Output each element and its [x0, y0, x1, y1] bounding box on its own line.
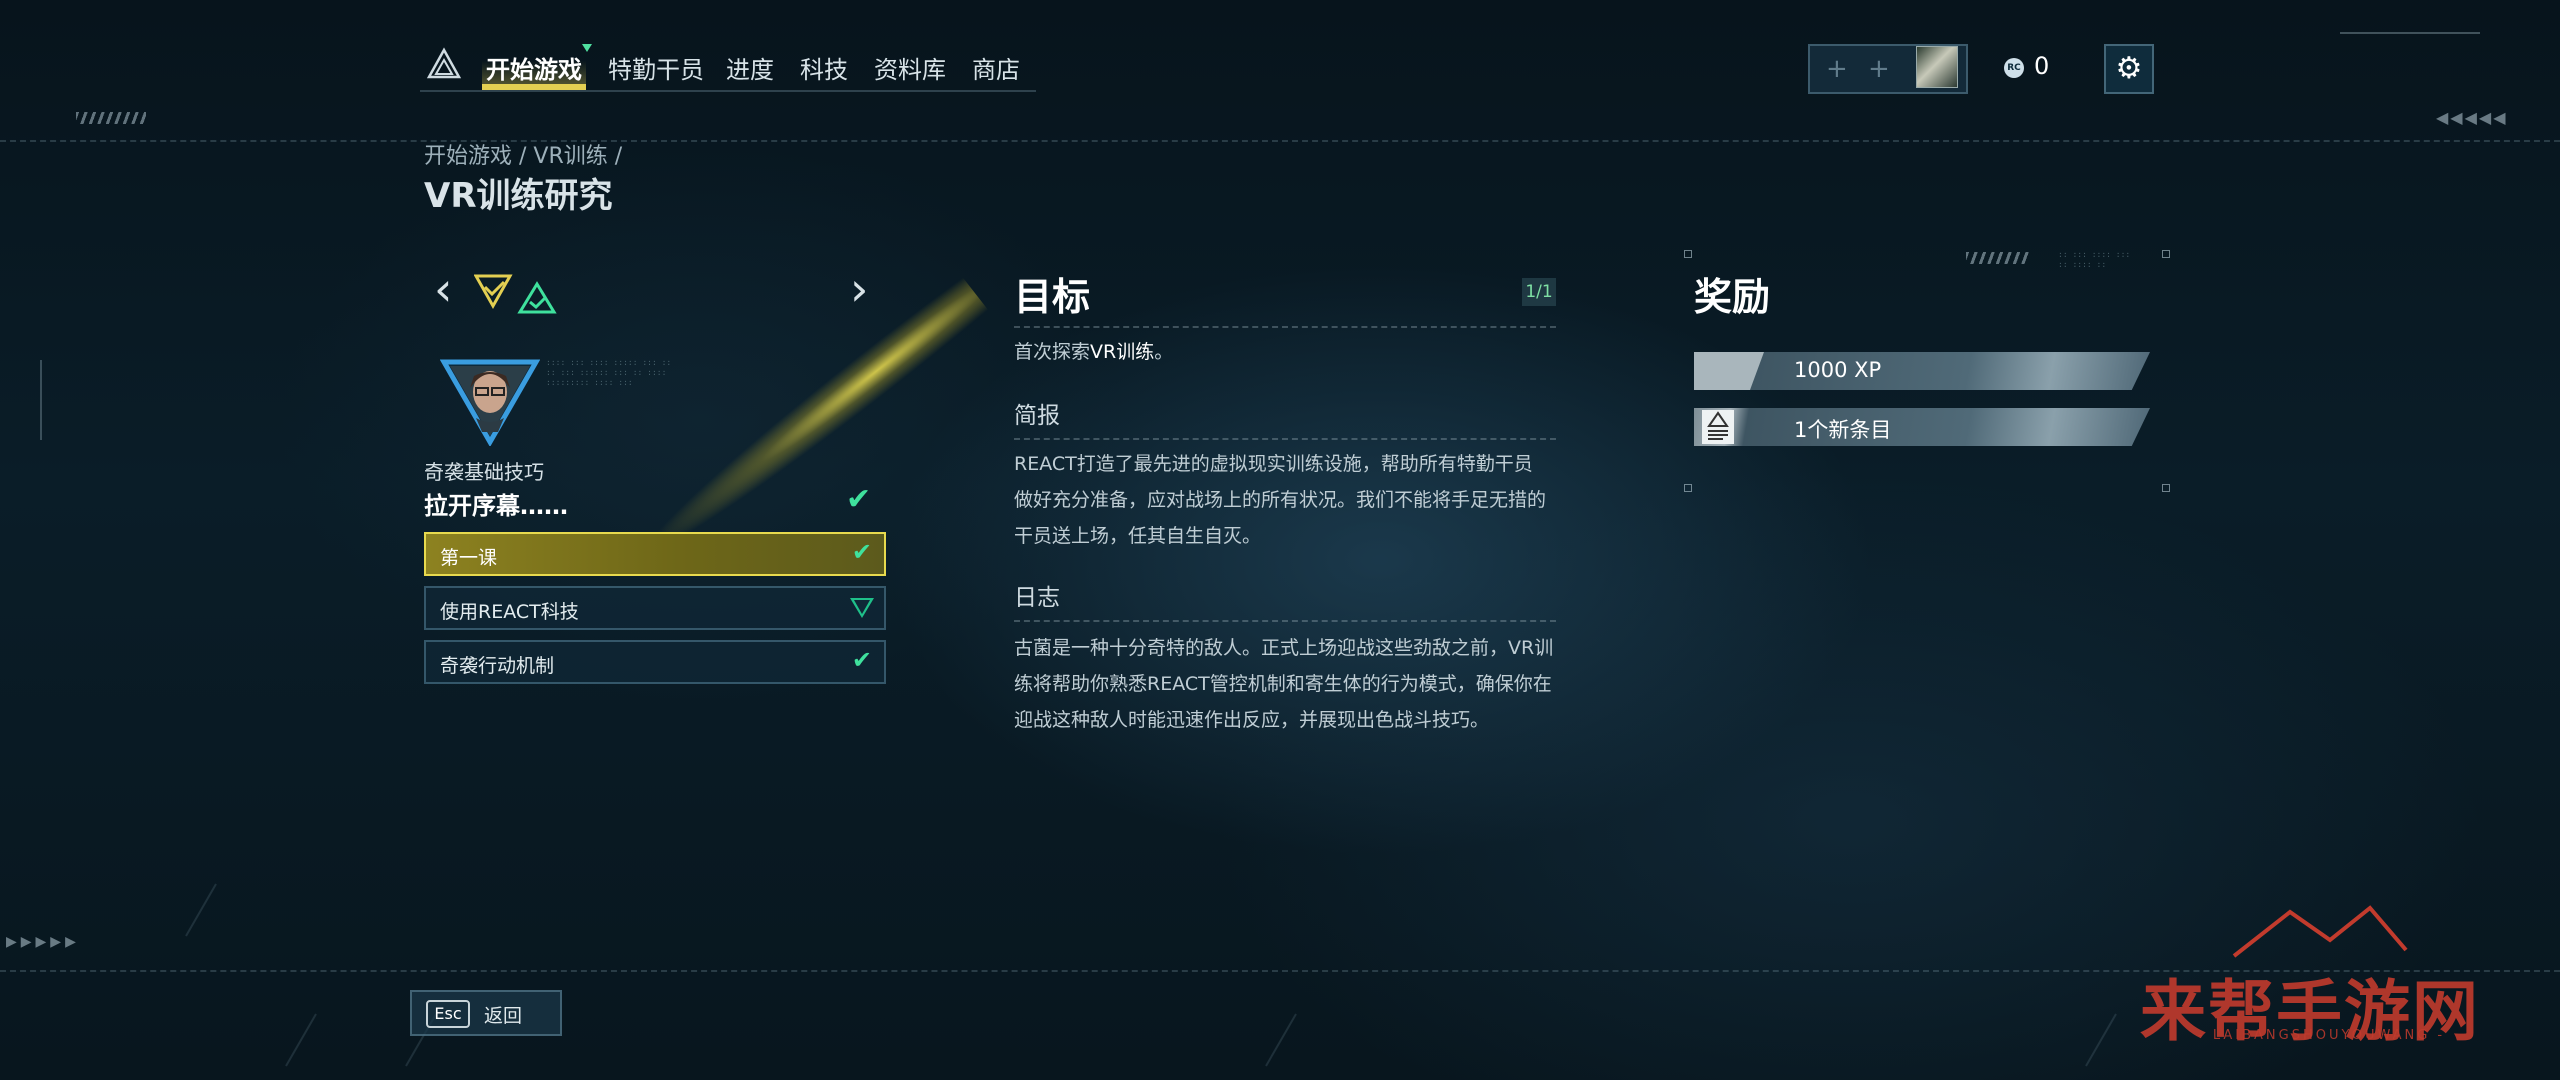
frame-corner: [2162, 250, 2170, 258]
watermark-subtitle: - LAIBANGSHOUYOUWANG -: [2198, 1028, 2446, 1043]
lesson-label: 奇袭行动机制: [440, 655, 555, 677]
objective-divider: [1014, 326, 1556, 328]
check-icon: ✔: [851, 646, 872, 674]
objective-page-indicator: 1/1: [1522, 278, 1556, 306]
light-streak: [630, 275, 990, 571]
prev-arrow-icon[interactable]: ‹: [434, 262, 452, 316]
new-triangle-icon-inner: [854, 600, 870, 614]
watermark-roof-icon: [2232, 905, 2408, 958]
reward-label: 1个新条目: [1794, 418, 1892, 442]
objective-heading: 目标: [1014, 275, 1091, 319]
nav-active-underline: [482, 84, 586, 90]
micro-text-decoration: :: ::: :::: ::::: :::: ::: [2058, 250, 2131, 269]
lesson-label: 第一课: [440, 547, 498, 569]
log-divider: [1014, 620, 1556, 622]
operator-portrait: [440, 359, 540, 446]
lesson-item[interactable]: 奇袭行动机制 ✔: [424, 640, 886, 684]
party-slot-add-button[interactable]: +: [1868, 54, 1890, 84]
nav-item-tech[interactable]: 科技: [800, 50, 848, 85]
nav-new-badge-icon: [582, 44, 592, 52]
next-arrow-icon[interactable]: ›: [850, 262, 868, 316]
top-right-line: [2340, 32, 2480, 34]
esc-key-hint: Esc: [426, 1000, 470, 1028]
left-edge-line: [40, 360, 42, 440]
settings-gear-icon[interactable]: ⚙: [2104, 44, 2154, 94]
briefing-heading: 简报: [1014, 403, 1060, 429]
party-slot-add-button[interactable]: +: [1826, 54, 1848, 84]
chevrons-top-right: ◀◀◀◀◀: [2436, 108, 2508, 127]
briefing-text: REACT打造了最先进的虚拟现实训练设施，帮助所有特勤干员做好充分准备，应对战场…: [1014, 453, 1547, 547]
briefing-divider: [1014, 438, 1556, 440]
training-badge-icon: [474, 274, 557, 314]
player-avatar[interactable]: [1916, 46, 1958, 88]
nav-item-database[interactable]: 资料库: [874, 50, 946, 85]
reward-bar: [1694, 408, 2150, 446]
document-icon: [1702, 410, 1734, 444]
rewards-heading: 奖励: [1694, 275, 1771, 319]
section-complete-check-icon: ✔: [846, 482, 872, 517]
back-label: 返回: [484, 1005, 523, 1027]
back-button[interactable]: Esc 返回: [410, 990, 562, 1036]
decor-line: [185, 883, 217, 937]
lesson-label: 使用REACT科技: [440, 601, 579, 623]
objective-text: 首次探索VR训练。: [1014, 341, 1174, 363]
micro-text-decoration: :::: ::: :::: ::::: ::: :::: ::: :::::: …: [546, 358, 672, 387]
log-heading: 日志: [1014, 585, 1060, 611]
top-nav: 开始游戏 特勤干员 进度 科技 资料库 商店: [420, 40, 1036, 92]
breadcrumb[interactable]: 开始游戏 / VR训练 /: [424, 138, 622, 170]
decor-line: [285, 1013, 317, 1067]
section-subtitle: 奇袭基础技巧: [424, 460, 544, 484]
section-title: 拉开序幕……: [424, 492, 568, 520]
page-title: VR训练研究: [424, 176, 613, 216]
reward-bar: [1694, 352, 2150, 390]
reward-item: 1个新条目: [1694, 408, 2150, 446]
lesson-item[interactable]: 第一课 ✔: [424, 532, 886, 576]
react-logo-icon[interactable]: [426, 46, 462, 82]
decor-line: [2085, 1013, 2117, 1067]
stripe-decoration-right: [1966, 252, 2030, 264]
check-icon: ✔: [851, 538, 872, 566]
reward-item: 1000 XP: [1694, 352, 2150, 390]
frame-corner: [1684, 250, 1692, 258]
stripe-decoration-left: [76, 112, 146, 124]
decor-line: [1265, 1013, 1297, 1067]
coin-balance: 0: [2034, 52, 2050, 80]
log-text: 古菌是一种十分奇特的敌人。正式上场迎战这些劲敌之前，VR训练将帮助你熟悉REAC…: [1014, 637, 1554, 731]
frame-corner: [2162, 484, 2170, 492]
nav-item-progress[interactable]: 进度: [726, 50, 774, 85]
frame-corner: [1684, 484, 1692, 492]
top-divider: [0, 140, 2560, 142]
lesson-item[interactable]: 使用REACT科技: [424, 586, 886, 630]
nav-item-start-game[interactable]: 开始游戏: [486, 50, 582, 85]
reward-label: 1000 XP: [1794, 358, 1882, 382]
chevrons-left: ▶▶▶▶▶: [6, 934, 80, 950]
coin-icon: RC: [2004, 58, 2024, 78]
nav-item-shop[interactable]: 商店: [972, 50, 1020, 85]
nav-item-operators[interactable]: 特勤干员: [608, 50, 704, 85]
